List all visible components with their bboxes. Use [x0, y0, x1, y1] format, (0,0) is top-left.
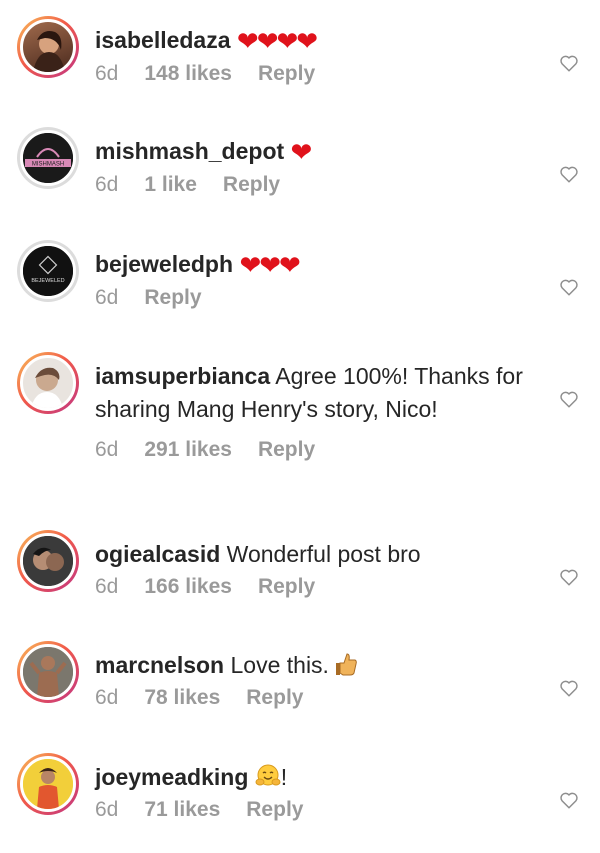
username[interactable]: iamsuperbianca [95, 363, 270, 389]
avatar-logo: BEJEWELED [23, 246, 73, 296]
reply-button[interactable]: Reply [258, 575, 315, 599]
avatar[interactable] [17, 753, 79, 815]
heart-emoji: ❤❤❤❤ [236, 26, 318, 56]
reply-button[interactable]: Reply [144, 286, 201, 310]
avatar[interactable]: MISHMASH [17, 127, 79, 189]
comment-meta: 6d 291 likes Reply [95, 438, 545, 462]
avatar[interactable] [17, 16, 79, 78]
heart-outline-icon[interactable] [558, 789, 580, 811]
comment-text: Wonderful post bro [226, 541, 421, 567]
comment-meta: 6d Reply [95, 286, 545, 310]
username[interactable]: marcnelson [95, 652, 224, 678]
comment-text: Love this. [230, 652, 329, 678]
timestamp: 6d [95, 173, 119, 196]
avatar[interactable] [17, 641, 79, 703]
reply-button[interactable]: Reply [258, 62, 315, 86]
comment-meta: 6d 78 likes Reply [95, 686, 545, 710]
reply-button[interactable]: Reply [223, 173, 280, 197]
timestamp: 6d [95, 286, 119, 309]
heart-outline-icon[interactable] [558, 52, 580, 74]
avatar-photo [31, 367, 63, 408]
timestamp: 6d [95, 438, 119, 461]
reply-button[interactable]: Reply [246, 798, 303, 822]
heart-outline-icon[interactable] [558, 566, 580, 588]
heart-emoji: ❤ [290, 137, 313, 167]
username[interactable]: bejeweledph [95, 251, 233, 277]
timestamp: 6d [95, 686, 119, 709]
avatar-logo-text: BEJEWELED [31, 278, 64, 284]
heart-outline-icon[interactable] [558, 276, 580, 298]
username[interactable]: mishmash_depot [95, 138, 284, 164]
comment-text: ! [280, 764, 288, 790]
likes-count[interactable]: 71 likes [144, 798, 220, 822]
hugging-face-icon [255, 764, 281, 786]
comment-list: isabelledaza ❤❤❤❤ 6d 148 likes Reply MIS… [0, 0, 600, 853]
reply-button[interactable]: Reply [258, 438, 315, 462]
heart-outline-icon[interactable] [558, 677, 580, 699]
username[interactable]: isabelledaza [95, 27, 231, 53]
comment-meta: 6d 1 like Reply [95, 173, 545, 197]
likes-count[interactable]: 166 likes [144, 575, 232, 599]
avatar-logo: MISHMASH [23, 133, 73, 183]
avatar[interactable] [17, 352, 79, 414]
likes-count[interactable]: 148 likes [144, 62, 232, 86]
comment-meta: 6d 166 likes Reply [95, 575, 545, 599]
heart-outline-icon[interactable] [558, 388, 580, 410]
comment-meta: 6d 148 likes Reply [95, 62, 545, 86]
likes-count[interactable]: 1 like [144, 173, 197, 197]
timestamp: 6d [95, 798, 119, 821]
avatar-photo [33, 31, 65, 72]
reply-button[interactable]: Reply [246, 686, 303, 710]
comment-meta: 6d 71 likes Reply [95, 798, 545, 822]
avatar-photo [23, 647, 73, 697]
thumbs-up-icon [336, 653, 358, 676]
avatar[interactable]: BEJEWELED [17, 240, 79, 302]
avatar-photo [23, 536, 73, 586]
username[interactable]: joeymeadking [95, 764, 248, 790]
heart-emoji: ❤❤❤ [239, 250, 300, 280]
heart-outline-icon[interactable] [558, 163, 580, 185]
likes-count[interactable]: 291 likes [144, 438, 232, 462]
username[interactable]: ogiealcasid [95, 541, 220, 567]
timestamp: 6d [95, 575, 119, 598]
avatar-photo [23, 759, 73, 809]
avatar-logo-text: MISHMASH [32, 162, 64, 168]
likes-count[interactable]: 78 likes [144, 686, 220, 710]
avatar[interactable] [17, 530, 79, 592]
timestamp: 6d [95, 62, 119, 85]
